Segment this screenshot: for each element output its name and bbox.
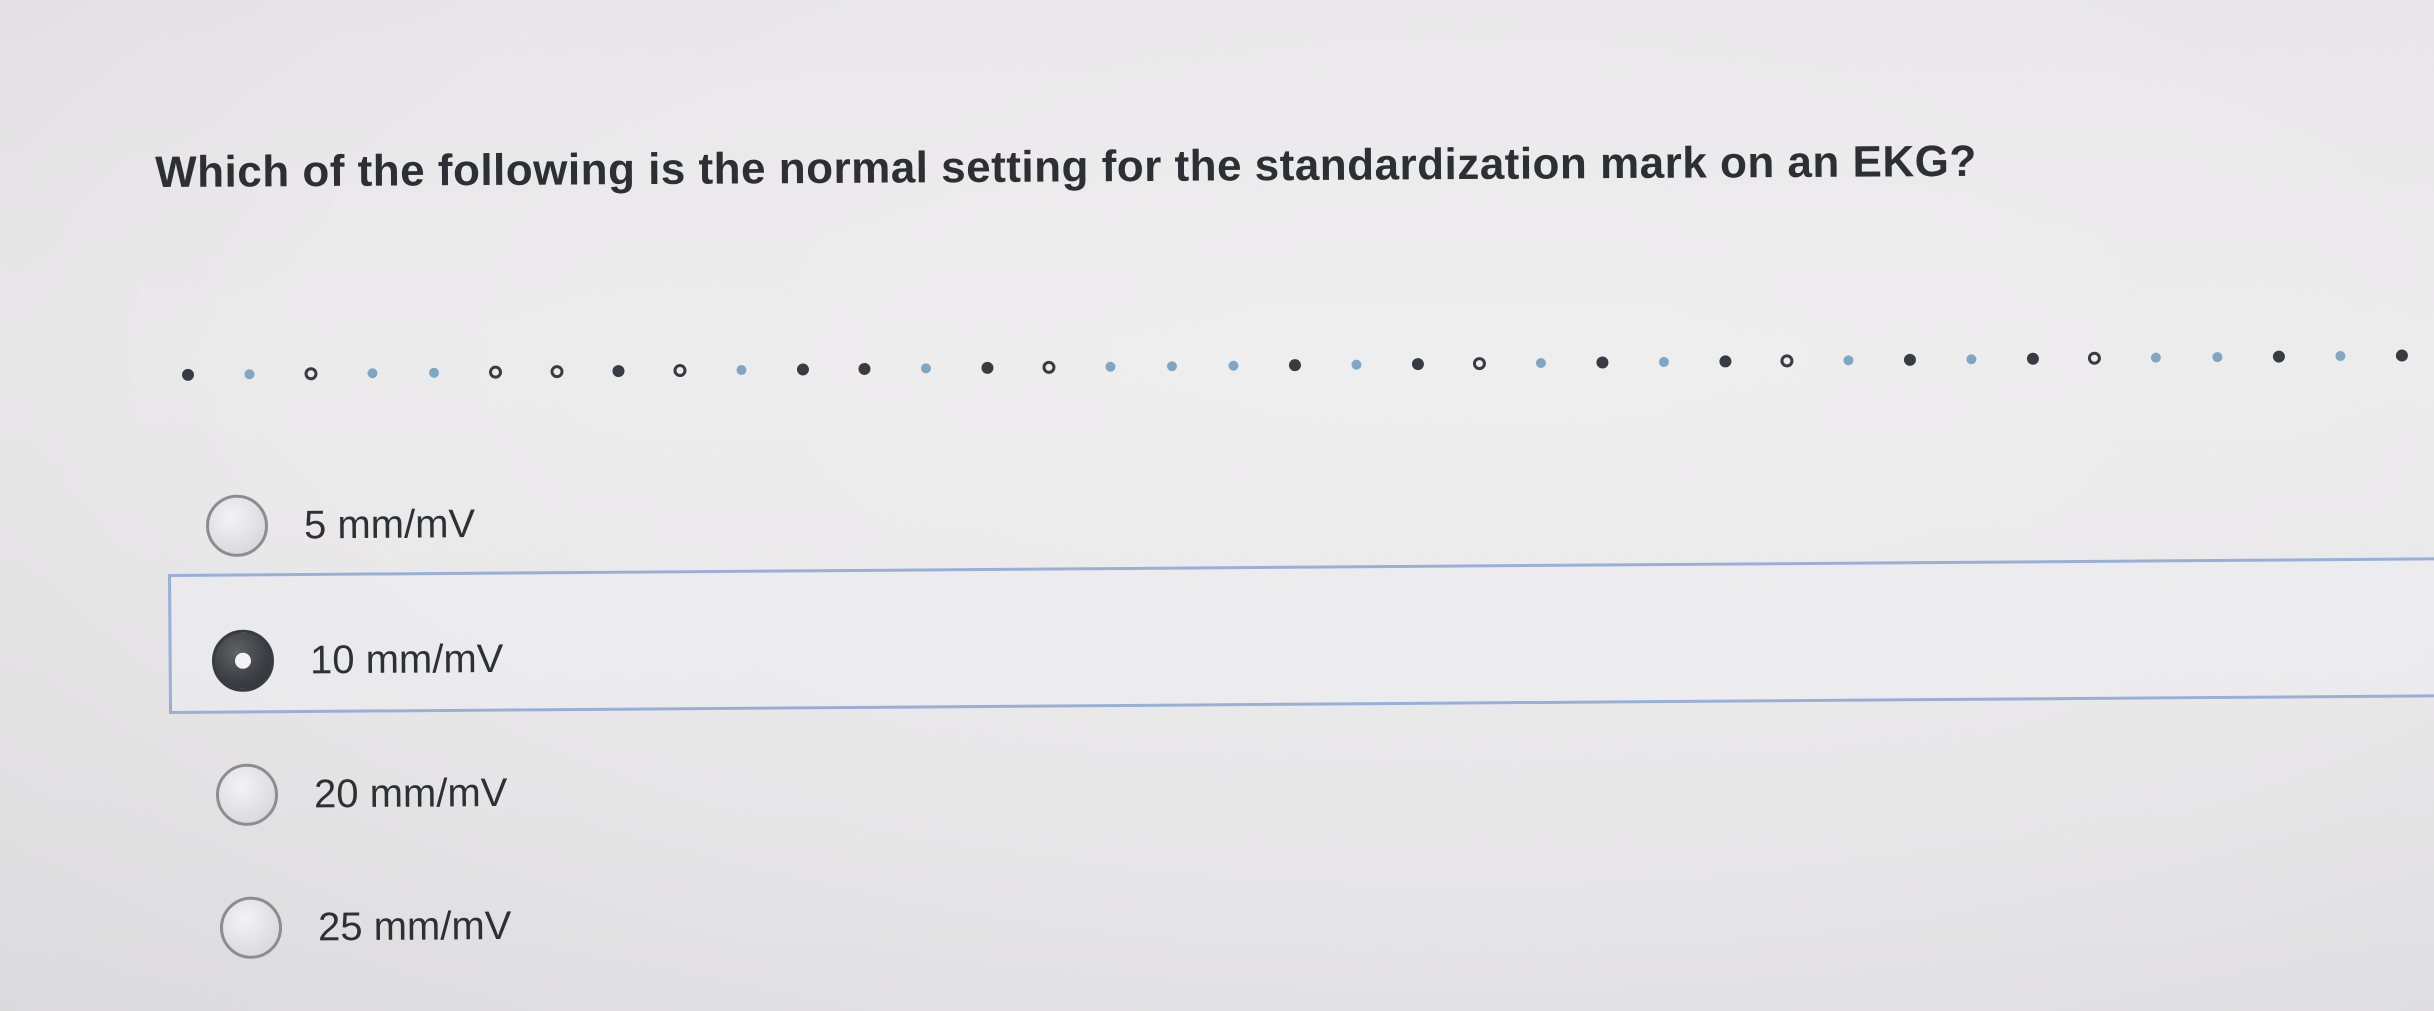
divider-dot [1228,360,1239,371]
divider-dot [1596,356,1609,369]
divider-dot [796,363,809,376]
divider-dot [1535,358,1546,369]
divider-dot [1166,361,1177,372]
divider-dot [2272,350,2285,363]
divider-dot [550,365,564,379]
option-5-mm-mv[interactable]: 5 mm/mV [205,493,476,557]
divider-dot [1288,359,1301,372]
dotted-divider [181,349,2408,381]
divider-dot [736,365,747,376]
radio-button-25-mm-mv[interactable] [219,896,283,959]
radio-button-20-mm-mv[interactable] [215,763,279,826]
divider-dot [2026,352,2039,365]
divider-dot [612,365,625,378]
divider-dot [1780,354,1794,368]
divider-dot [2087,351,2101,365]
option-label: 25 mm/mV [317,903,512,949]
divider-dot [1843,355,1854,366]
divider-dot [1966,354,1977,365]
divider-dot [920,363,931,374]
radio-button-5-mm-mv[interactable] [205,494,269,557]
option-label: 10 mm/mV [309,636,504,682]
divider-dot [1472,357,1486,371]
divider-dot [1658,356,1669,367]
divider-dot [2212,352,2223,363]
divider-dot [1411,358,1424,371]
divider-dot [244,369,255,380]
divider-dot [1903,353,1916,366]
option-25-mm-mv[interactable]: 25 mm/mV [219,895,512,959]
option-label: 20 mm/mV [313,770,508,816]
divider-dot [2395,349,2408,362]
divider-dot [1042,360,1056,374]
divider-dot [488,365,502,379]
radio-selected-dot-icon [234,652,252,669]
divider-dot [858,362,871,375]
divider-dot [1719,355,1732,368]
divider-dot [428,367,439,378]
question-text: Which of the following is the normal set… [155,136,1977,197]
option-20-mm-mv[interactable]: 20 mm/mV [215,762,508,826]
divider-dot [981,361,994,374]
divider-dot [2335,351,2346,362]
divider-dot [1105,361,1116,372]
divider-dot [181,368,194,381]
divider-dot [304,367,318,381]
divider-dot [673,364,687,378]
selected-option-highlight [168,557,2434,714]
option-label: 5 mm/mV [303,501,476,547]
divider-dot [367,368,378,379]
option-10-mm-mv[interactable]: 10 mm/mV [211,628,504,692]
radio-button-10-mm-mv-selected[interactable] [211,629,275,692]
divider-dot [2150,352,2161,363]
divider-dot [1351,359,1362,370]
